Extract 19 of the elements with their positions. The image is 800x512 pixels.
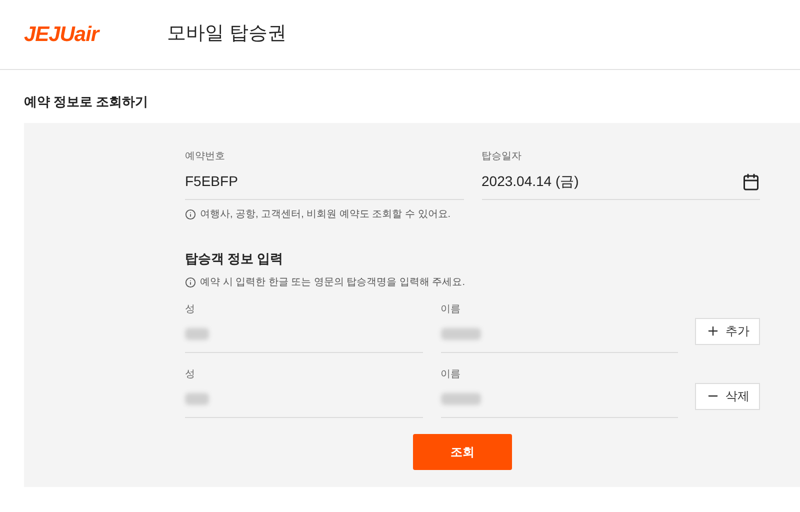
add-button[interactable]: 추가	[695, 318, 760, 344]
field-label: 예약번호	[185, 150, 225, 164]
field-label: 이름	[440, 368, 460, 382]
info-icon	[185, 209, 196, 220]
field-label: 탑승일자	[482, 150, 522, 164]
remove-button[interactable]: 삭제	[695, 382, 760, 410]
field-label: 성	[185, 368, 195, 382]
page-title: 모바일 탑승권	[167, 22, 286, 46]
hint-text: 예약 시 입력한 한글 또는 영문의 탑승객명을 입력해 주세요.	[200, 276, 466, 290]
hint-text: 여행사, 공항, 고객센터, 비회원 예약도 조회할 수 있어요.	[200, 208, 451, 222]
section-title: 예약 정보로 조회하기	[24, 93, 150, 111]
field-label: 성	[185, 302, 195, 316]
calendar-icon[interactable]	[742, 172, 760, 190]
input-field[interactable]: F5EBFP	[185, 164, 464, 200]
field-label: 이름	[440, 302, 460, 316]
plus-icon	[706, 324, 720, 338]
subsection-title: 탑승객 정보 입력	[185, 250, 284, 268]
info-icon	[185, 276, 196, 288]
date-field[interactable]: 2023.04.14 (금)	[482, 164, 760, 200]
